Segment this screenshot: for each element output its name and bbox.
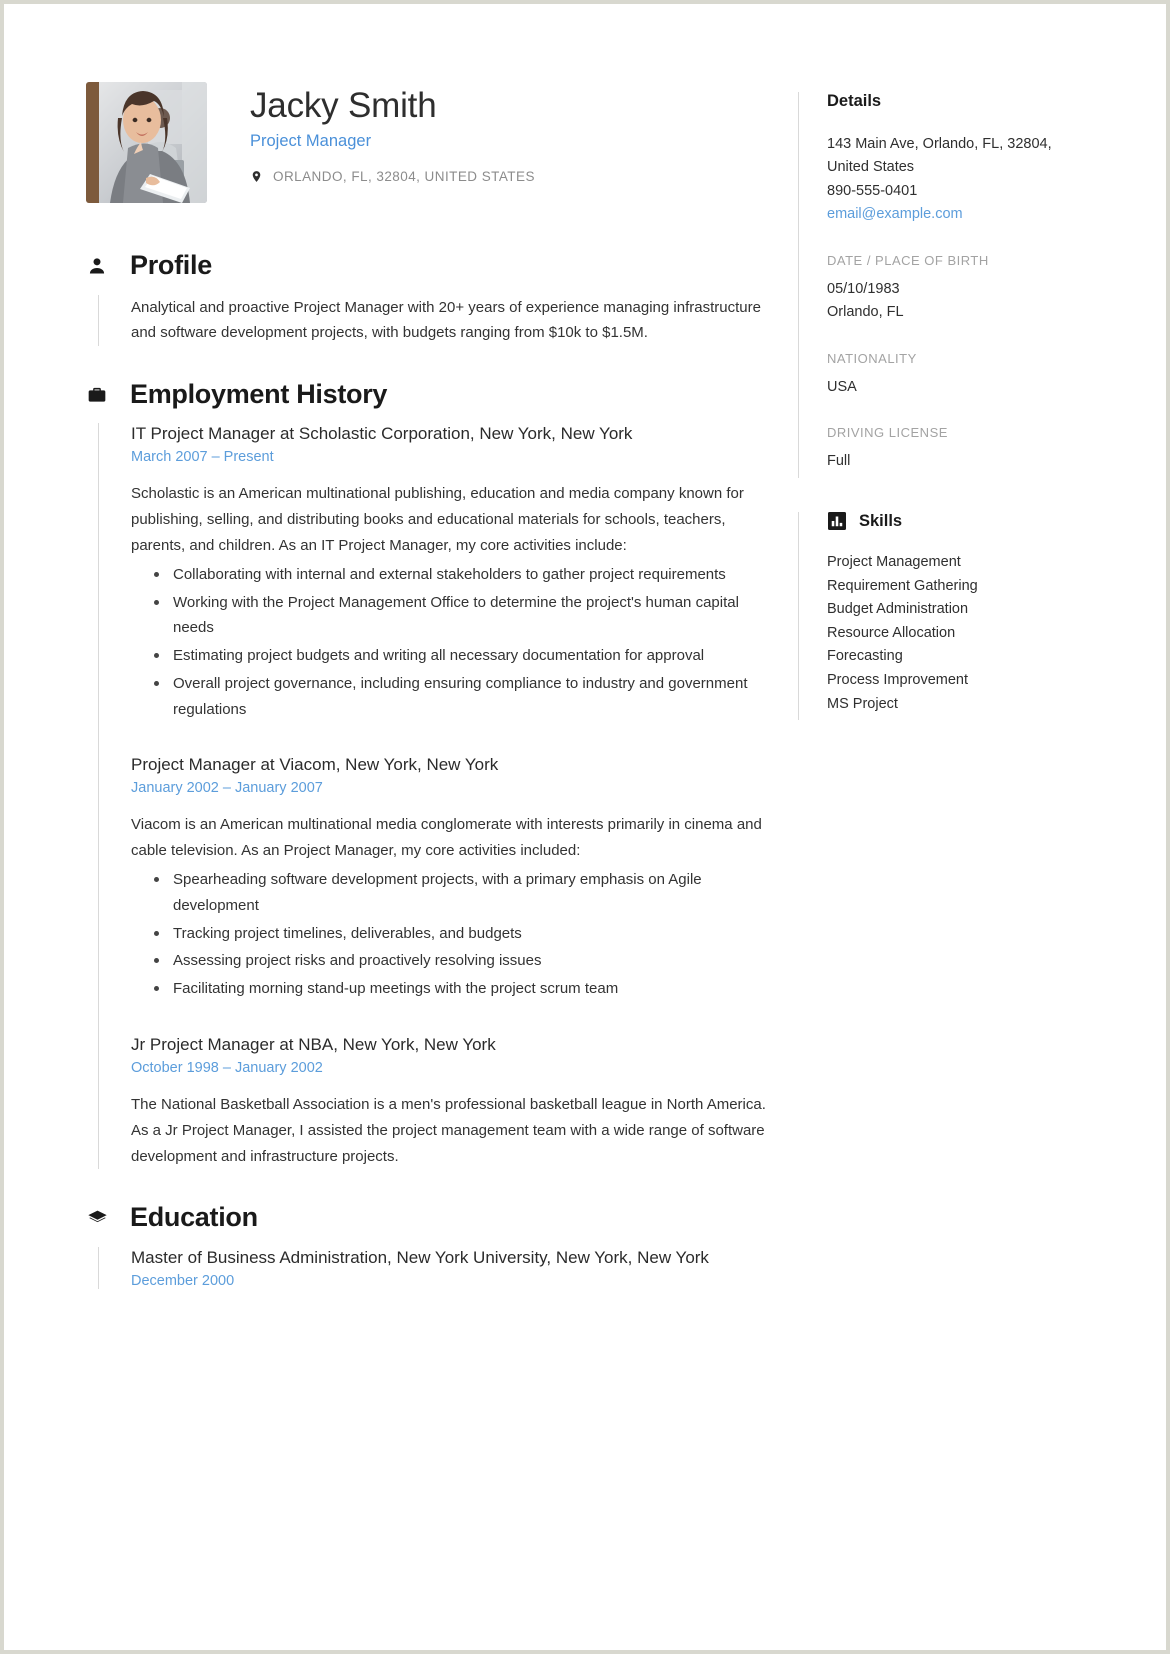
entry-date-end: January 2007	[234, 780, 323, 797]
list-item: Facilitating morning stand-up meetings w…	[154, 976, 768, 1002]
avatar	[86, 82, 207, 203]
entry-bullet-list: Spearheading software development projec…	[131, 867, 768, 1002]
entry-dates: March 2007– Present	[131, 449, 768, 465]
list-item: Assessing project risks and proactively …	[154, 948, 768, 974]
section-title-education: Education	[130, 1202, 258, 1233]
list-item: Tracking project timelines, deliverables…	[154, 921, 768, 947]
main-column: Jacky Smith Project Manager ORLANDO, FL,…	[86, 82, 798, 1650]
bar-chart-icon	[827, 512, 846, 531]
sidebar-skills-group: Skills Project Management Requirement Ga…	[798, 511, 1074, 721]
skill-item: Budget Administration	[827, 601, 969, 618]
employment-entry: Jr Project Manager at NBA, New York, New…	[131, 1034, 768, 1169]
section-profile: Profile Analytical and proactive Project…	[86, 250, 768, 346]
section-title-profile: Profile	[130, 250, 212, 280]
sidebar-field-value: 05/10/1983 Orlando, FL	[827, 280, 904, 321]
resume-header: Jacky Smith Project Manager ORLANDO, FL,…	[86, 82, 768, 203]
sidebar-title-details: Details	[827, 92, 882, 110]
resume-sheet: Jacky Smith Project Manager ORLANDO, FL,…	[4, 4, 1166, 1650]
sidebar-address: 143 Main Ave, Orlando, FL, 32804, United…	[827, 136, 1052, 176]
location-text: ORLANDO, FL, 32804, UNITED STATES	[273, 169, 535, 185]
sidebar-field-value: USA	[827, 378, 857, 395]
entry-date-end: Present	[223, 449, 274, 466]
employment-body: IT Project Manager at Scholastic Corpora…	[98, 423, 768, 1170]
entry-dates: January 2002– January 2007	[131, 780, 768, 796]
job-title: Project Manager	[250, 132, 372, 151]
sidebar-field-label: DRIVING LICENSE	[827, 425, 948, 441]
resume-page: Jacky Smith Project Manager ORLANDO, FL,…	[0, 0, 1170, 1654]
graduation-cap-icon	[86, 1207, 108, 1229]
entry-title: Master of Business Administration, New Y…	[131, 1248, 709, 1268]
entry-date-start: October 1998	[131, 1059, 219, 1076]
person-icon	[86, 255, 108, 277]
entry-date-end: January 2002	[234, 1059, 323, 1076]
section-employment: Employment History IT Project Manager at…	[86, 378, 768, 1170]
entry-dates: December 2000	[131, 1272, 235, 1289]
education-entry: Master of Business Administration, New Y…	[131, 1247, 768, 1289]
entry-date-separator: –	[211, 449, 220, 466]
entry-title: IT Project Manager at Scholastic Corpora…	[131, 424, 633, 444]
list-item: Collaborating with internal and external…	[154, 562, 768, 588]
profile-body: Analytical and proactive Project Manager…	[98, 294, 768, 346]
skill-item: Requirement Gathering	[827, 577, 978, 594]
skill-item: Process Improvement	[827, 672, 969, 688]
list-item: Estimating project budgets and writing a…	[154, 643, 768, 669]
section-education: Education Master of Business Administrat…	[86, 1203, 768, 1289]
sidebar-details-group: Details 143 Main Ave, Orlando, FL, 32804…	[798, 92, 1074, 478]
employment-entry: Project Manager at Viacom, New York, New…	[131, 754, 768, 1034]
entry-date-separator: –	[222, 1059, 231, 1076]
map-pin-icon	[250, 169, 263, 184]
skill-item: MS Project	[827, 695, 898, 712]
sidebar: Details 143 Main Ave, Orlando, FL, 32804…	[798, 82, 1074, 1650]
entry-date-start: March 2007	[131, 449, 208, 466]
entry-date-separator: –	[222, 780, 231, 797]
entry-bullet-list: Collaborating with internal and external…	[131, 562, 768, 723]
sidebar-field-label: DATE / PLACE OF BIRTH	[827, 252, 989, 268]
page-title: Jacky Smith	[250, 86, 437, 125]
employment-heading: Employment History	[86, 378, 768, 410]
header-text: Jacky Smith Project Manager ORLANDO, FL,…	[207, 82, 535, 184]
sidebar-field-label: NATIONALITY	[827, 350, 917, 366]
skill-item: Resource Allocation	[827, 624, 956, 641]
employment-entry: IT Project Manager at Scholastic Corpora…	[131, 423, 768, 754]
skill-item: Project Management	[827, 553, 961, 570]
section-title-employment: Employment History	[130, 378, 388, 409]
skill-item: Forecasting	[827, 648, 903, 665]
entry-description: Viacom is an American multinational medi…	[131, 816, 762, 860]
entry-dates: October 1998– January 2002	[131, 1060, 768, 1076]
entry-title: Project Manager at Viacom, New York, New…	[131, 755, 499, 775]
list-item: Spearheading software development projec…	[154, 867, 768, 919]
education-body: Master of Business Administration, New Y…	[98, 1247, 768, 1289]
entry-description: Scholastic is an American multinational …	[131, 485, 744, 554]
briefcase-icon	[86, 384, 108, 406]
profile-heading: Profile	[86, 250, 768, 281]
profile-text: Analytical and proactive Project Manager…	[131, 298, 761, 342]
sidebar-field-value: Full	[827, 453, 851, 470]
list-item: Working with the Project Management Offi…	[154, 590, 768, 642]
entry-description: The National Basketball Association is a…	[131, 1095, 766, 1165]
entry-date-start: January 2002	[131, 780, 219, 797]
sidebar-email-link[interactable]: email@example.com	[827, 203, 1074, 226]
education-heading: Education	[86, 1203, 768, 1233]
skills-heading: Skills	[827, 512, 1074, 531]
sidebar-title-skills: Skills	[859, 511, 903, 530]
list-item: Overall project governance, including en…	[154, 671, 768, 723]
location-line: ORLANDO, FL, 32804, UNITED STATES	[250, 169, 535, 184]
entry-title: Jr Project Manager at NBA, New York, New…	[131, 1035, 496, 1054]
sidebar-phone: 890-555-0401	[827, 182, 918, 199]
